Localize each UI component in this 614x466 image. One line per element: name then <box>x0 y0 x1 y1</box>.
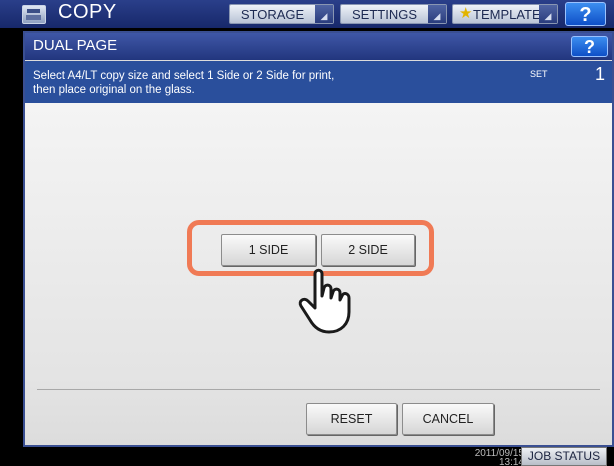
copier-screen: COPY STORAGE ◢ SETTINGS ◢ ★ TEMPLATE ◢ ?… <box>0 0 614 466</box>
tab-template[interactable]: ★ TEMPLATE ◢ <box>452 4 558 24</box>
instruction-line-2: then place original on the glass. <box>33 84 195 96</box>
tab-settings[interactable]: SETTINGS ◢ <box>340 4 447 24</box>
separator-line <box>37 389 600 390</box>
dialog-titlebar: DUAL PAGE ? <box>25 33 612 60</box>
dual-page-dialog: DUAL PAGE ? Select A4/LT copy size and s… <box>23 31 614 447</box>
hand-pointer-icon <box>298 268 351 334</box>
set-label: SET <box>530 69 548 79</box>
message-bar: Select A4/LT copy size and select 1 Side… <box>25 61 612 103</box>
help-button[interactable]: ? <box>565 2 606 26</box>
star-icon: ★ <box>459 5 473 22</box>
cancel-button[interactable]: CANCEL <box>402 403 494 435</box>
instruction-line-1: Select A4/LT copy size and select 1 Side… <box>33 70 335 82</box>
time-text: 13:14 <box>498 457 524 466</box>
set-count: 1 <box>595 64 606 84</box>
copier-icon <box>22 5 46 24</box>
dialog-title: DUAL PAGE <box>33 37 118 54</box>
tab-template-label: TEMPLATE <box>473 7 541 22</box>
instruction-message: Select A4/LT copy size and select 1 Side… <box>33 69 413 97</box>
tab-arrow-icon: ◢ <box>315 5 333 23</box>
one-side-button[interactable]: 1 SIDE <box>221 234 316 266</box>
reset-button[interactable]: RESET <box>306 403 397 435</box>
dialog-help-button[interactable]: ? <box>571 36 608 57</box>
top-bar: COPY STORAGE ◢ SETTINGS ◢ ★ TEMPLATE ◢ ? <box>0 0 614 28</box>
dialog-content: 1 SIDE 2 SIDE RESET CANCEL <box>25 103 612 445</box>
tab-storage-label: STORAGE <box>240 7 305 22</box>
tab-arrow-icon: ◢ <box>428 5 446 23</box>
two-side-button[interactable]: 2 SIDE <box>321 234 415 266</box>
tab-arrow-icon: ◢ <box>539 5 557 23</box>
tab-storage[interactable]: STORAGE ◢ <box>229 4 334 24</box>
job-status-button[interactable]: JOB STATUS <box>521 447 607 466</box>
date-time: 2011/09/15 13:14 <box>472 449 524 466</box>
app-title: COPY <box>58 1 117 23</box>
tab-settings-label: SETTINGS <box>351 7 417 22</box>
